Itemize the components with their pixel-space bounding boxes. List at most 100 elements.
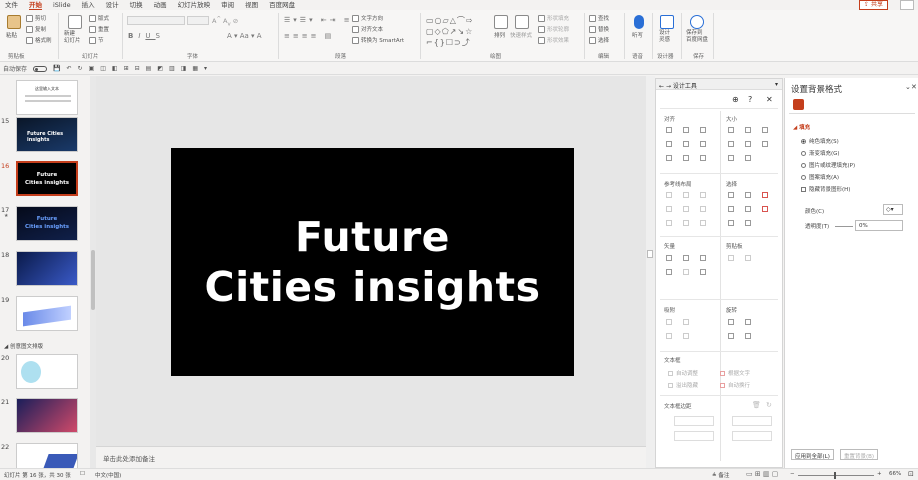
comment-button[interactable]: [900, 0, 914, 10]
designer-icon[interactable]: [660, 15, 674, 29]
layout-button[interactable]: 版式: [89, 14, 109, 22]
new-slide-icon[interactable]: [68, 15, 82, 29]
menu-home[interactable]: 开始: [29, 1, 42, 10]
editor-scroll-thumb[interactable]: [647, 250, 653, 258]
rotate-icon-2[interactable]: [745, 319, 751, 325]
menu-transitions[interactable]: 切换: [130, 0, 143, 10]
thumbnail-19[interactable]: [16, 296, 78, 331]
replace-button[interactable]: 替换: [589, 25, 609, 33]
section-title[interactable]: ◢ 创意图文排版: [4, 342, 43, 350]
redo-icon[interactable]: ↻: [78, 65, 83, 72]
guide-icon-5[interactable]: [683, 206, 689, 212]
thumbnail-17[interactable]: Future Cities insights: [16, 206, 78, 241]
size-icon-6[interactable]: [762, 141, 768, 147]
rotate-icon-4[interactable]: [745, 333, 751, 339]
guide-icon-9[interactable]: [700, 220, 706, 226]
margin-top-input[interactable]: [674, 431, 714, 441]
align-text-button[interactable]: 对齐文本: [352, 25, 383, 33]
size-icon-5[interactable]: [745, 141, 751, 147]
new-slide-label[interactable]: 新建 幻灯片: [64, 31, 81, 45]
cut-button[interactable]: 剪切: [26, 14, 46, 22]
distribute-v-icon[interactable]: [683, 155, 689, 161]
toolbar-icon-7[interactable]: ◩: [157, 65, 163, 72]
align-right-icon[interactable]: [700, 127, 706, 133]
menu-animations[interactable]: 动画: [154, 0, 167, 10]
section-button[interactable]: 节: [89, 36, 104, 44]
zoom-slider-thumb[interactable]: [834, 472, 836, 479]
clipboard-icon-1[interactable]: [728, 255, 734, 261]
thumbnail-16[interactable]: Future Cities insights: [16, 161, 78, 196]
select-icon-6[interactable]: [762, 206, 768, 212]
autosave-toggle[interactable]: [33, 65, 48, 72]
toolbar-icon-2[interactable]: ◫: [100, 65, 106, 72]
vector-icon-6[interactable]: [700, 269, 706, 275]
font-size-icons[interactable]: A^ Av ⊘: [212, 16, 238, 27]
toolbar-icon-5[interactable]: ⊟: [135, 65, 140, 72]
shape-outline-button[interactable]: 形状轮廓: [538, 25, 569, 33]
notes-button[interactable]: ≜ 备注: [712, 471, 729, 479]
transparency-slider[interactable]: [835, 226, 853, 227]
reset-background-button[interactable]: 重置背景(B): [840, 449, 879, 460]
close-icon[interactable]: ✕: [766, 95, 773, 104]
list-buttons[interactable]: ☰▾☰▾ ⇤⇥ ≡: [284, 16, 353, 24]
auto-wrap-option[interactable]: 自动换行: [720, 381, 750, 389]
find-button[interactable]: 查找: [589, 14, 609, 22]
zoom-out-icon[interactable]: −: [790, 471, 795, 477]
refresh-icon[interactable]: ↻: [766, 401, 772, 409]
designer-label[interactable]: 设计 灵感: [659, 30, 670, 44]
toolbar-icon-6[interactable]: ▤: [146, 65, 152, 72]
fill-bucket-icon[interactable]: [793, 99, 804, 110]
align-left-icon[interactable]: [666, 127, 672, 133]
guide-icon-2[interactable]: [683, 192, 689, 198]
save-icon[interactable]: 💾: [53, 65, 60, 72]
quick-styles-label[interactable]: 快速样式: [510, 31, 532, 39]
snap-icon-1[interactable]: [666, 319, 672, 325]
toolbar-icon-9[interactable]: ◨: [181, 65, 187, 72]
align-center-icon[interactable]: [683, 127, 689, 133]
menu-insert[interactable]: 插入: [82, 0, 95, 10]
menu-slideshow[interactable]: 幻灯片放映: [178, 0, 211, 10]
toolbar-icon-8[interactable]: ▥: [169, 65, 175, 72]
shape-effect-button[interactable]: 形状效果: [538, 36, 569, 44]
menu-view[interactable]: 视图: [245, 0, 258, 10]
align-top-icon[interactable]: [666, 141, 672, 147]
rotate-icon-3[interactable]: [728, 333, 734, 339]
size-icon-4[interactable]: [728, 141, 734, 147]
pane-options-icon[interactable]: ⌄: [905, 83, 911, 91]
trash-icon[interactable]: 🗑: [752, 401, 761, 409]
auto-adjust-option[interactable]: 自动调整: [668, 369, 698, 377]
hide-bg-option[interactable]: 隐藏背景图形(H): [801, 185, 850, 193]
slide-title-line-1[interactable]: Future: [295, 212, 450, 262]
margin-bottom-input[interactable]: [732, 431, 772, 441]
same-height-icon[interactable]: [745, 127, 751, 133]
format-painter-button[interactable]: 格式刷: [26, 36, 52, 44]
zoom-in-icon[interactable]: +: [877, 471, 882, 477]
save-baidu-label[interactable]: 保存到 百度网盘: [686, 30, 708, 44]
guide-icon-7[interactable]: [666, 220, 672, 226]
clipboard-icon-2[interactable]: [745, 255, 751, 261]
thumbnails-scroll-thumb[interactable]: [91, 250, 95, 310]
guide-icon-6[interactable]: [700, 206, 706, 212]
quick-styles-icon[interactable]: [515, 15, 529, 29]
solid-fill-option[interactable]: 纯色填充(S): [801, 137, 839, 145]
microphone-icon[interactable]: [634, 15, 644, 29]
snap-icon-3[interactable]: [666, 333, 672, 339]
same-width-icon[interactable]: [728, 127, 734, 133]
toolbar-icon-10[interactable]: ▦: [192, 65, 198, 72]
language[interactable]: 中文(中国): [95, 471, 121, 479]
thumbnail-14[interactable]: 这里输入文本: [16, 80, 78, 115]
fill-section-header[interactable]: ◢ 填充: [793, 123, 810, 131]
share-button[interactable]: ⇪ 共享: [859, 0, 888, 10]
same-size-icon[interactable]: [762, 127, 768, 133]
toolbar-icon-3[interactable]: ◧: [112, 65, 118, 72]
font-color-button[interactable]: A ▾ Aa ▾ A: [227, 32, 262, 40]
view-buttons[interactable]: ▭ ⊞ ▥ ▢: [746, 470, 778, 478]
thumbnail-22[interactable]: [16, 443, 78, 468]
color-picker-button[interactable]: ◇▾: [883, 204, 903, 215]
guide-icon-8[interactable]: [683, 220, 689, 226]
text-direction-button[interactable]: 文字方向: [352, 14, 383, 22]
arrange-label[interactable]: 排列: [494, 31, 505, 39]
intersect-icon[interactable]: [666, 269, 672, 275]
snap-icon-2[interactable]: [683, 319, 689, 325]
font-size-box[interactable]: [187, 16, 209, 25]
